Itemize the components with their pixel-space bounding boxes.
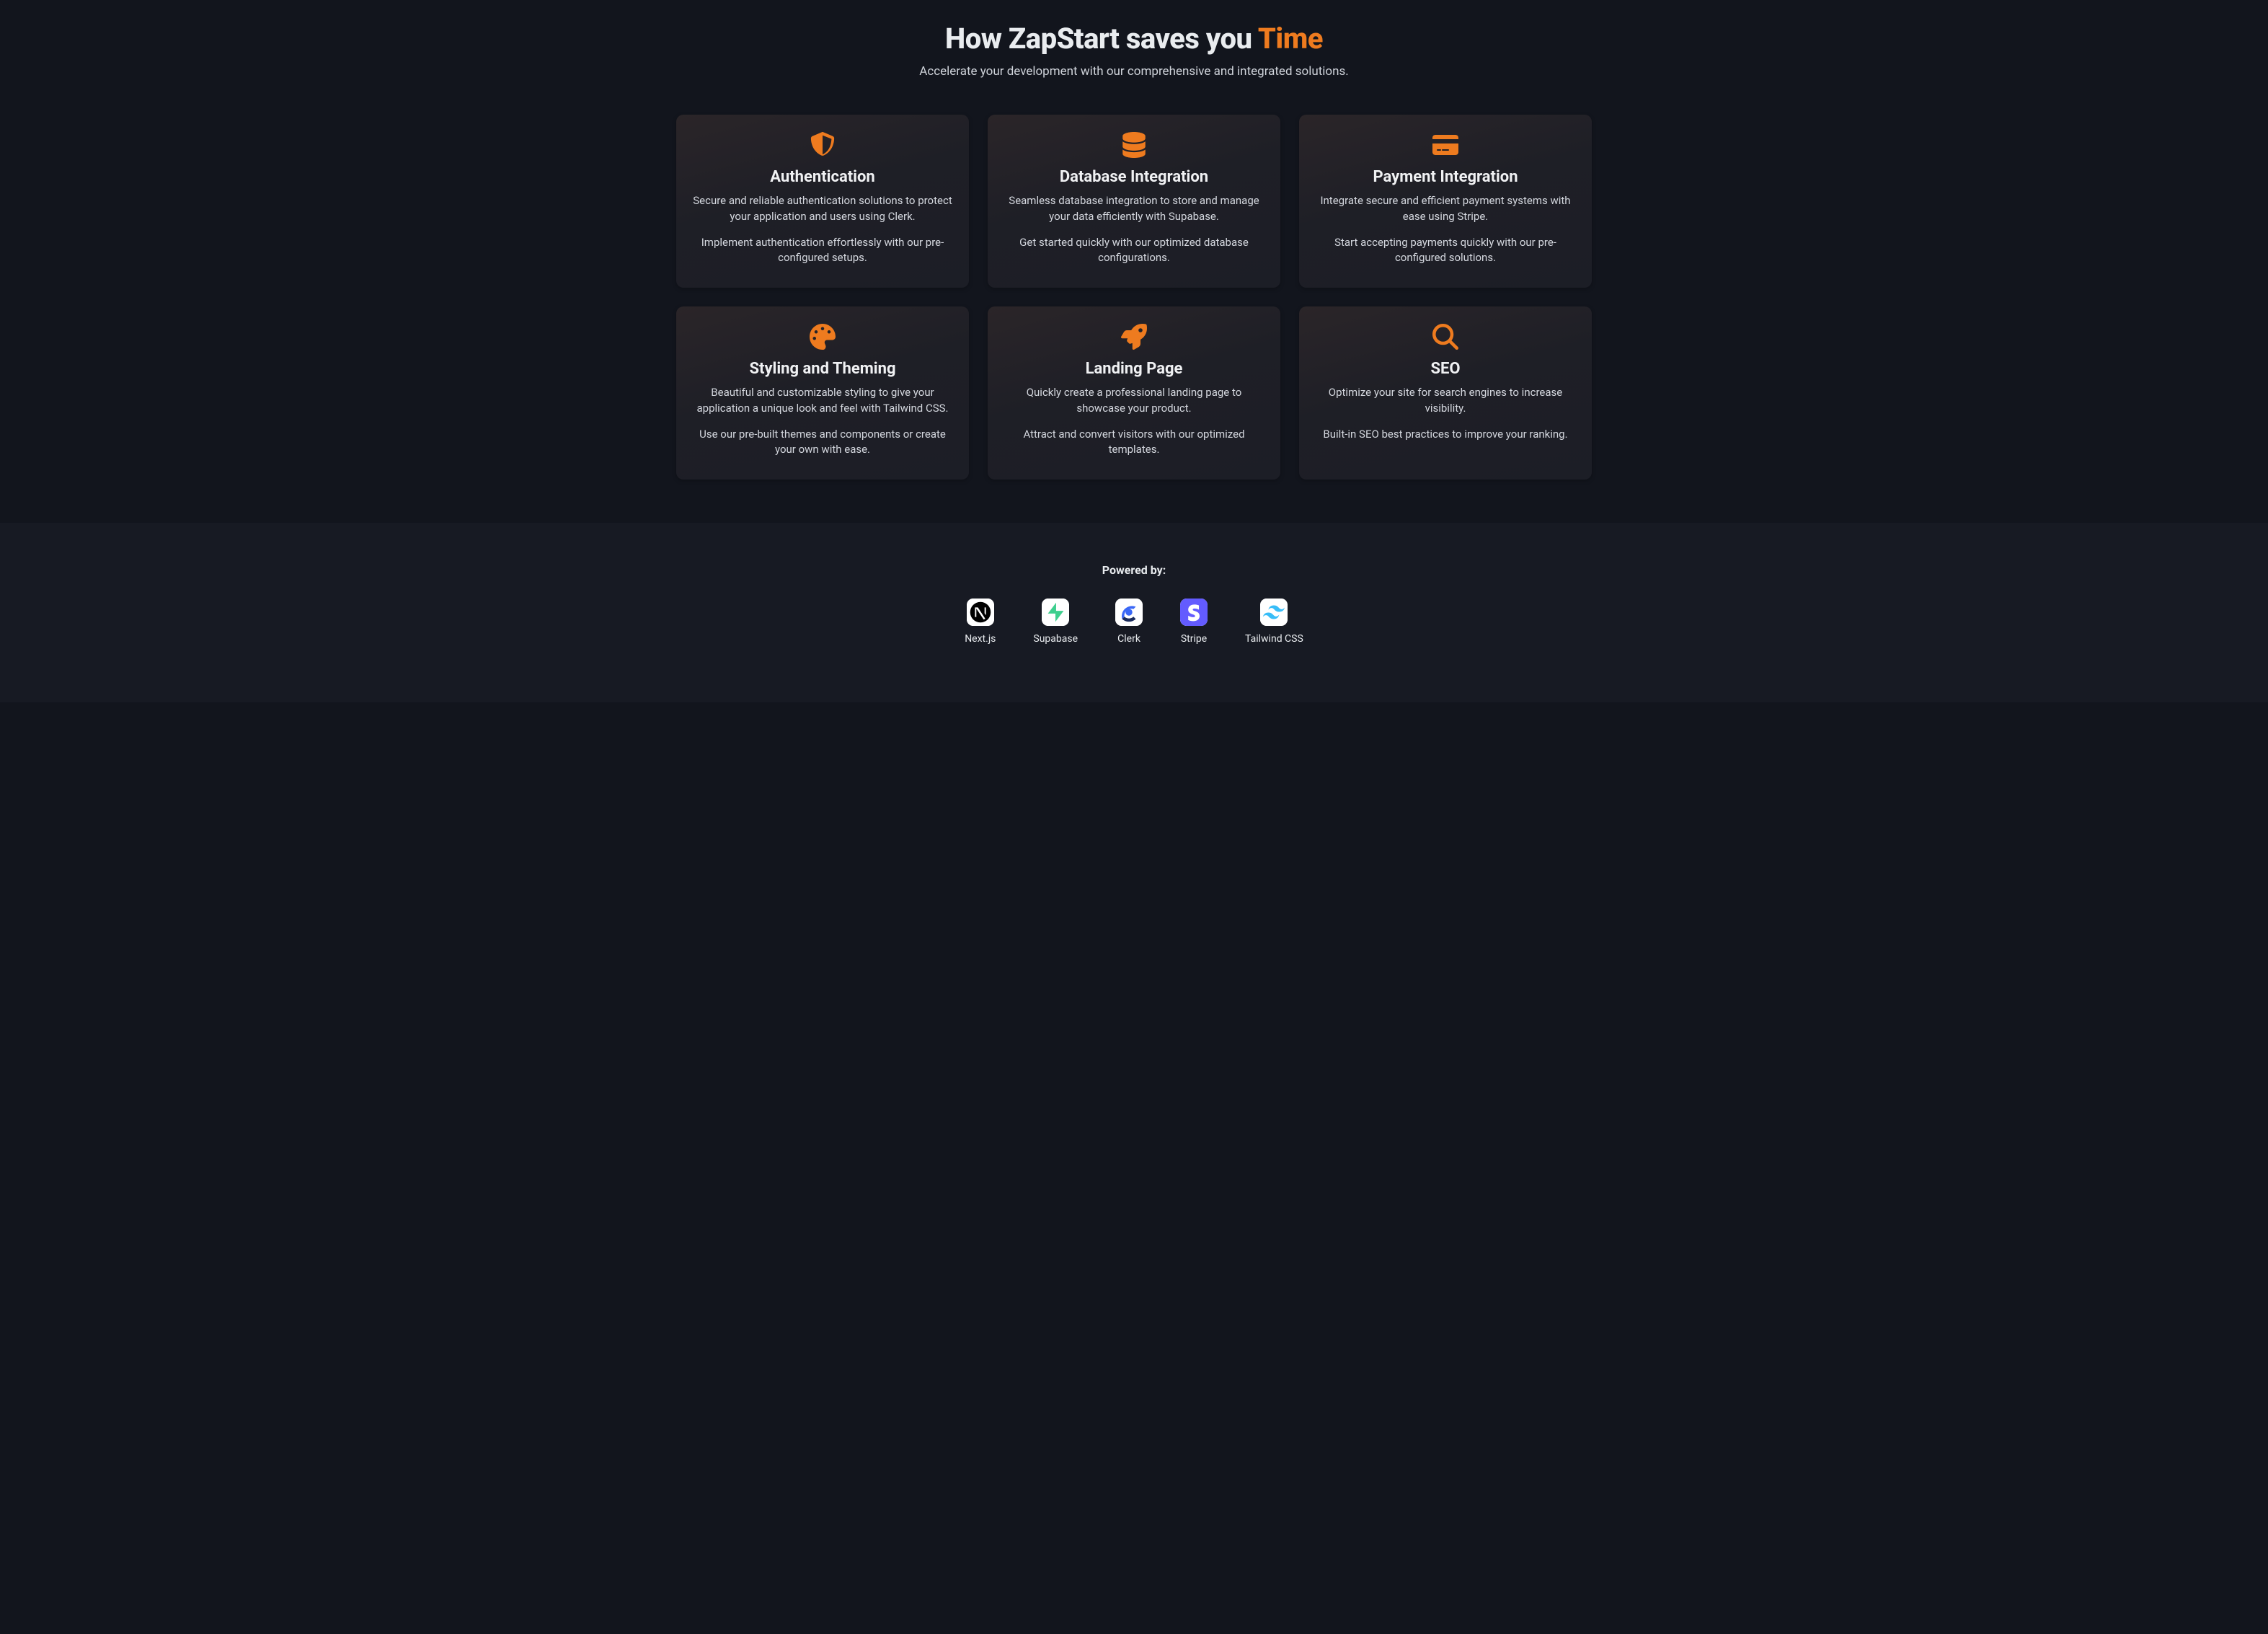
search-icon	[1432, 324, 1458, 350]
tech-item-nextjs: Next.js	[965, 599, 996, 645]
feature-card-styling: Styling and Theming Beautiful and custom…	[676, 306, 969, 480]
card-desc: Get started quickly with our optimized d…	[1004, 235, 1264, 267]
feature-grid: Authentication Secure and reliable authe…	[676, 115, 1592, 480]
card-desc: Use our pre-built themes and components …	[692, 427, 953, 459]
tech-label: Next.js	[965, 633, 996, 645]
nextjs-icon	[967, 599, 994, 626]
feature-card-landing: Landing Page Quickly create a profession…	[988, 306, 1280, 480]
tech-label: Clerk	[1117, 633, 1140, 645]
palette-icon	[810, 324, 836, 350]
tech-label: Supabase	[1033, 633, 1078, 645]
card-title: SEO	[1315, 360, 1576, 378]
tech-item-tailwind: Tailwind CSS	[1245, 599, 1303, 645]
page-heading: How ZapStart saves you Time	[676, 22, 1592, 56]
tech-row: Next.js Supabase Clerk Stripe Tailwind C	[14, 599, 2254, 645]
card-desc: Quickly create a professional landing pa…	[1004, 385, 1264, 417]
card-title: Database Integration	[1004, 168, 1264, 186]
tech-label: Tailwind CSS	[1245, 633, 1303, 645]
feature-card-authentication: Authentication Secure and reliable authe…	[676, 115, 969, 288]
heading-prefix: How ZapStart saves you	[945, 22, 1258, 56]
card-desc: Attract and convert visitors with our op…	[1004, 427, 1264, 459]
card-title: Payment Integration	[1315, 168, 1576, 186]
tailwind-icon	[1260, 599, 1288, 626]
feature-card-payment: Payment Integration Integrate secure and…	[1299, 115, 1592, 288]
feature-card-seo: SEO Optimize your site for search engine…	[1299, 306, 1592, 480]
credit-card-icon	[1432, 132, 1458, 158]
shield-icon	[810, 132, 836, 158]
rocket-icon	[1121, 324, 1147, 350]
card-desc: Beautiful and customizable styling to gi…	[692, 385, 953, 417]
card-title: Authentication	[692, 168, 953, 186]
card-desc: Secure and reliable authentication solut…	[692, 193, 953, 225]
card-desc: Built-in SEO best practices to improve y…	[1315, 427, 1576, 443]
card-desc: Implement authentication effortlessly wi…	[692, 235, 953, 267]
heading-accent: Time	[1258, 22, 1323, 56]
tech-item-supabase: Supabase	[1033, 599, 1078, 645]
card-title: Landing Page	[1004, 360, 1264, 378]
page-subheading: Accelerate your development with our com…	[676, 64, 1592, 79]
card-desc: Optimize your site for search engines to…	[1315, 385, 1576, 417]
card-desc: Seamless database integration to store a…	[1004, 193, 1264, 225]
tech-item-stripe: Stripe	[1180, 599, 1208, 645]
powered-by-section: Powered by: Next.js Supabase Clerk Strip…	[0, 523, 2268, 702]
feature-card-database: Database Integration Seamless database i…	[988, 115, 1280, 288]
supabase-icon	[1042, 599, 1069, 626]
tech-label: Stripe	[1181, 633, 1207, 645]
card-title: Styling and Theming	[692, 360, 953, 378]
clerk-icon	[1115, 599, 1143, 626]
card-desc: Integrate secure and efficient payment s…	[1315, 193, 1576, 225]
card-desc: Start accepting payments quickly with ou…	[1315, 235, 1576, 267]
database-icon	[1121, 132, 1147, 158]
stripe-icon	[1180, 599, 1208, 626]
powered-by-title: Powered by:	[14, 563, 2254, 577]
tech-item-clerk: Clerk	[1115, 599, 1143, 645]
